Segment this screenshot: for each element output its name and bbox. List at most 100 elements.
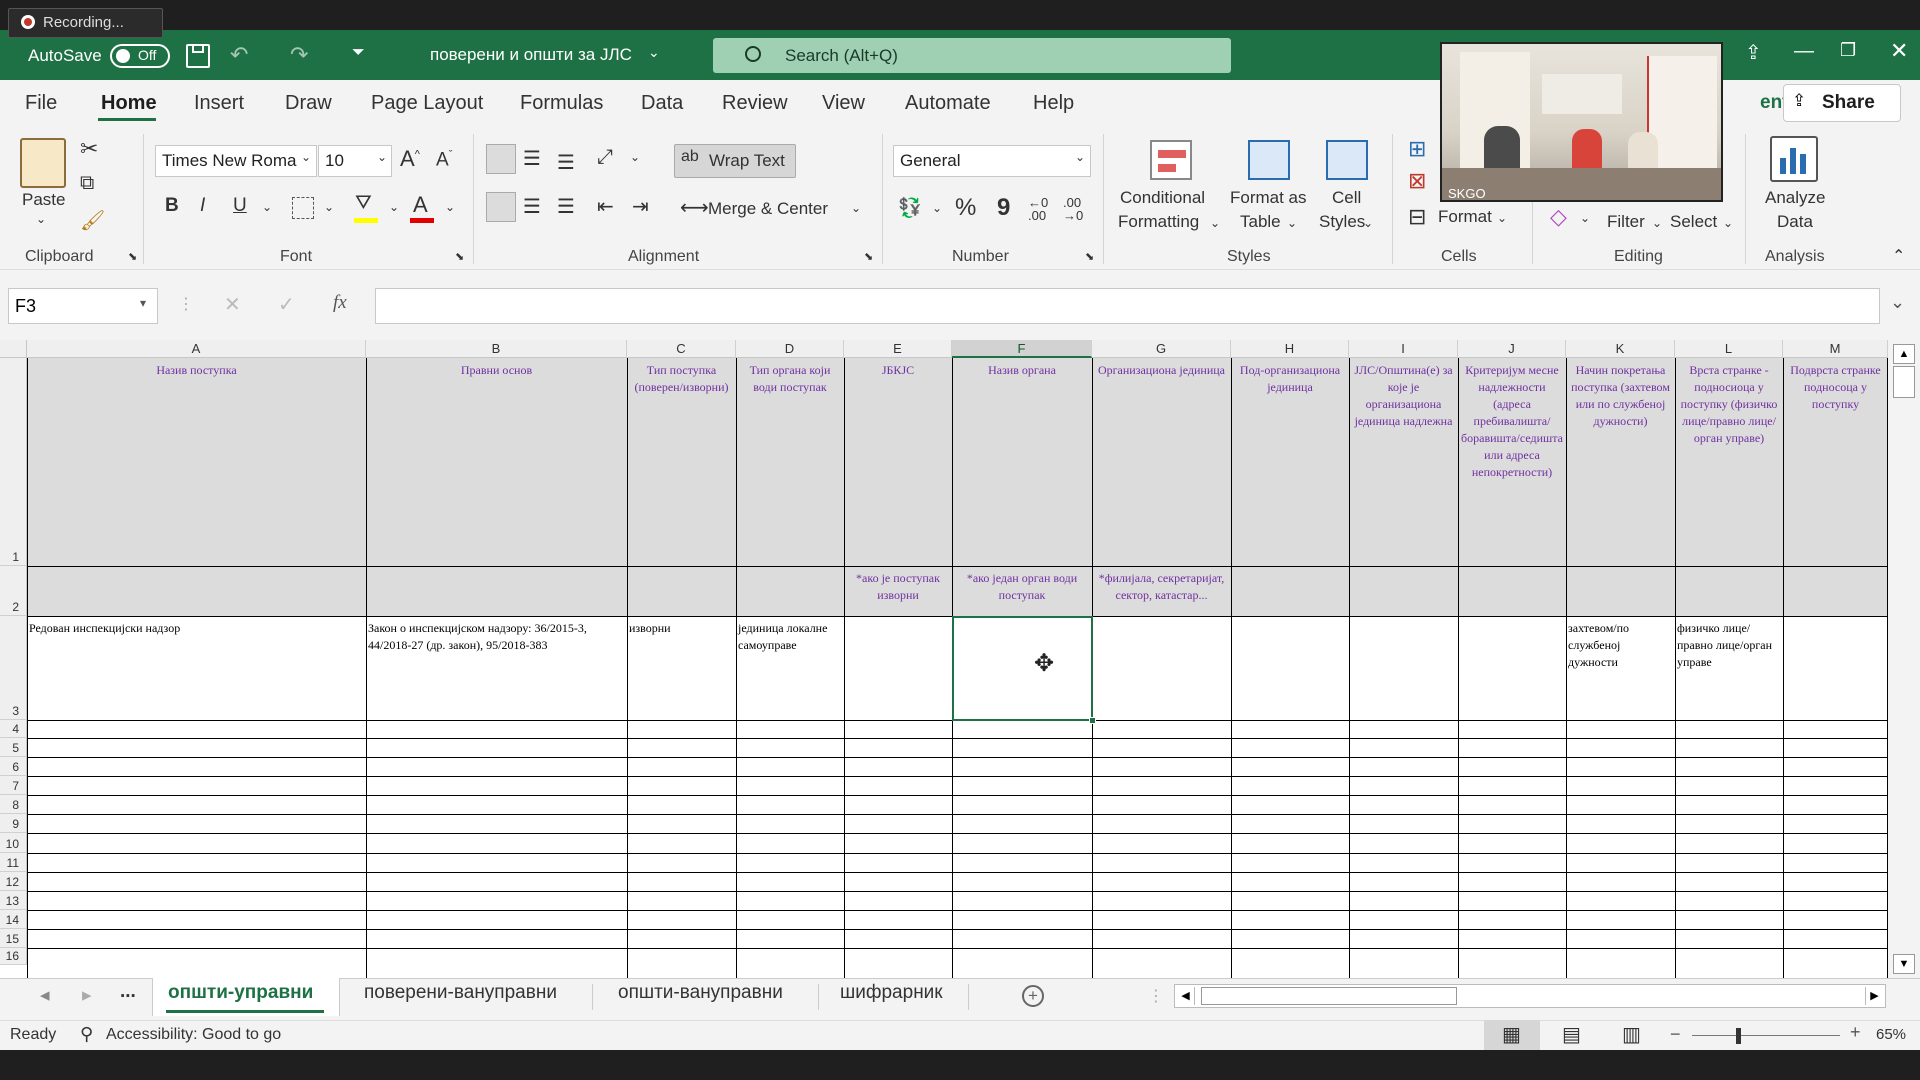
column-header-l[interactable]: L <box>1675 340 1783 358</box>
accounting-format-icon[interactable]: 💱 <box>898 196 922 220</box>
scroll-down-icon[interactable]: ▼ <box>1893 954 1915 974</box>
format-as-table-label-1[interactable]: Format as <box>1230 188 1307 208</box>
tab-splitter-icon[interactable]: ⋮ <box>1148 986 1164 1006</box>
cell-styles-icon[interactable] <box>1326 140 1368 180</box>
decrease-font-icon[interactable]: Aˇ <box>436 149 452 171</box>
save-icon[interactable] <box>186 44 210 68</box>
menu-review[interactable]: Review <box>722 92 788 115</box>
percent-button[interactable]: % <box>955 194 976 222</box>
column-header-m[interactable]: M <box>1783 340 1888 358</box>
prev-sheet-icon[interactable]: ◂ <box>40 984 50 1007</box>
format-painter-icon[interactable]: 🖌 <box>80 208 105 233</box>
name-box[interactable]: F3 <box>8 288 158 324</box>
format-cells-label[interactable]: Format <box>1438 207 1492 227</box>
bold-button[interactable]: B <box>165 195 179 217</box>
header-cell-a[interactable]: Назив поступка <box>27 360 366 564</box>
merge-chevron-icon[interactable]: ⌄ <box>851 201 861 215</box>
conditional-formatting-label-1[interactable]: Conditional <box>1120 188 1205 208</box>
add-sheet-icon[interactable]: + <box>1022 985 1044 1007</box>
menu-formulas[interactable]: Formulas <box>520 92 603 115</box>
clear-icon[interactable]: ◇ <box>1550 204 1567 230</box>
header-cell-d[interactable]: Тип органа који води поступак <box>736 360 844 564</box>
data-cell-c3[interactable]: изворни <box>627 618 736 718</box>
analyze-data-label-1[interactable]: Analyze <box>1765 188 1825 208</box>
underline-button[interactable]: U <box>233 195 247 217</box>
insert-cells-icon[interactable]: ⊞ <box>1408 136 1426 162</box>
format-cells-icon[interactable]: ⊟ <box>1408 204 1426 230</box>
page-layout-view-icon[interactable]: ▤ <box>1562 1022 1581 1047</box>
search-box[interactable]: Search (Alt+Q) <box>713 38 1231 73</box>
row-header-12[interactable]: 12 <box>0 872 27 891</box>
zoom-out-icon[interactable]: − <box>1670 1024 1681 1045</box>
close-icon[interactable]: ✕ <box>1890 38 1908 64</box>
zoom-slider-thumb[interactable] <box>1736 1028 1741 1044</box>
fill-color-chevron-icon[interactable]: ⌄ <box>389 200 399 214</box>
row-header-14[interactable]: 14 <box>0 910 27 929</box>
cancel-entry-icon[interactable]: ✕ <box>224 292 241 317</box>
decrease-indent-icon[interactable]: ⇤ <box>597 194 614 219</box>
decrease-decimal-icon[interactable]: .00 →0 <box>1063 196 1083 222</box>
selected-cell-f3[interactable] <box>952 616 1093 721</box>
vertical-scroll-thumb[interactable] <box>1893 366 1915 398</box>
horizontal-scrollbar[interactable]: ◀ ▶ <box>1174 984 1886 1008</box>
clipboard-launcher-icon[interactable]: ⬊ <box>128 250 137 263</box>
number-launcher-icon[interactable]: ⬊ <box>1085 250 1094 263</box>
select-all-corner[interactable] <box>0 340 27 358</box>
middle-align-icon[interactable]: ☰ <box>523 146 541 171</box>
cut-icon[interactable]: ✂ <box>80 136 98 162</box>
paste-label[interactable]: Paste <box>22 190 65 210</box>
column-header-i[interactable]: I <box>1349 340 1458 358</box>
expand-formula-bar-icon[interactable]: ⌄ <box>1890 292 1905 313</box>
row-header-16[interactable]: 16 <box>0 948 27 965</box>
menu-automate[interactable]: Automate <box>905 92 991 115</box>
top-align-icon[interactable] <box>486 144 516 174</box>
formula-input[interactable] <box>375 288 1880 324</box>
paste-chevron-icon[interactable]: ⌄ <box>36 212 46 226</box>
comma-button[interactable]: 9 <box>997 194 1010 222</box>
restore-icon[interactable]: ❐ <box>1840 40 1856 61</box>
more-sheets-icon[interactable]: ... <box>120 981 136 1003</box>
next-sheet-icon[interactable]: ▸ <box>82 984 92 1007</box>
header-cell-g[interactable]: Организациона јединица <box>1092 360 1231 564</box>
format-cells-chevron-icon[interactable]: ⌄ <box>1497 211 1507 225</box>
fill-color-icon[interactable]: ⛛ <box>355 192 372 215</box>
conditional-formatting-icon[interactable] <box>1150 140 1192 180</box>
undo-icon[interactable]: ↶ <box>230 42 248 68</box>
borders-chevron-icon[interactable]: ⌄ <box>324 200 334 214</box>
header-cell-m[interactable]: Подврста странке подносоца у поступку <box>1783 360 1888 564</box>
cell-styles-chevron-icon[interactable]: ⌄ <box>1363 216 1373 230</box>
orientation-icon[interactable]: ⤢ <box>597 146 613 169</box>
horizontal-scroll-thumb[interactable] <box>1201 987 1457 1005</box>
row-header-4[interactable]: 4 <box>0 720 27 738</box>
menu-data[interactable]: Data <box>641 92 683 115</box>
zoom-level[interactable]: 65% <box>1876 1026 1906 1043</box>
menu-insert[interactable]: Insert <box>194 92 244 115</box>
font-launcher-icon[interactable]: ⬊ <box>455 250 464 263</box>
row-header-15[interactable]: 15 <box>0 929 27 948</box>
number-format-select[interactable]: General <box>893 145 1091 177</box>
increase-font-icon[interactable]: A^ <box>400 146 420 172</box>
merge-center-button[interactable]: Merge & Center <box>708 199 828 219</box>
column-header-a[interactable]: A <box>27 340 366 358</box>
format-as-table-icon[interactable] <box>1248 140 1290 180</box>
sheet-tab-povereni-vanupravni[interactable]: поверени-вануправни <box>364 982 557 1004</box>
menu-help[interactable]: Help <box>1033 92 1074 115</box>
fill-handle[interactable] <box>1089 717 1096 724</box>
column-header-d[interactable]: D <box>736 340 844 358</box>
format-as-table-label-2[interactable]: Table <box>1240 212 1281 232</box>
confirm-entry-icon[interactable]: ✓ <box>278 292 295 317</box>
header-cell-k[interactable]: Начин покретања поступка (захтевом или п… <box>1566 360 1675 564</box>
minimize-icon[interactable]: — <box>1794 40 1814 63</box>
bottom-align-icon[interactable]: ☰ <box>557 150 575 175</box>
find-select-chevron-icon[interactable]: ⌄ <box>1723 216 1733 230</box>
align-right-icon[interactable]: ☰ <box>557 194 575 219</box>
note-cell-e[interactable]: *ако је поступак изворни <box>844 568 952 614</box>
font-color-chevron-icon[interactable]: ⌄ <box>445 200 455 214</box>
font-color-icon[interactable]: A <box>413 192 428 218</box>
copy-icon[interactable]: ⧉ <box>80 172 94 195</box>
clear-chevron-icon[interactable]: ⌄ <box>1580 211 1590 225</box>
italic-button[interactable]: I <box>200 195 205 217</box>
menu-view[interactable]: View <box>822 92 865 115</box>
accessibility-status[interactable]: Accessibility: Good to go <box>106 1026 281 1044</box>
sheet-tab-opsti-upravni[interactable]: општи-управни <box>168 982 313 1004</box>
